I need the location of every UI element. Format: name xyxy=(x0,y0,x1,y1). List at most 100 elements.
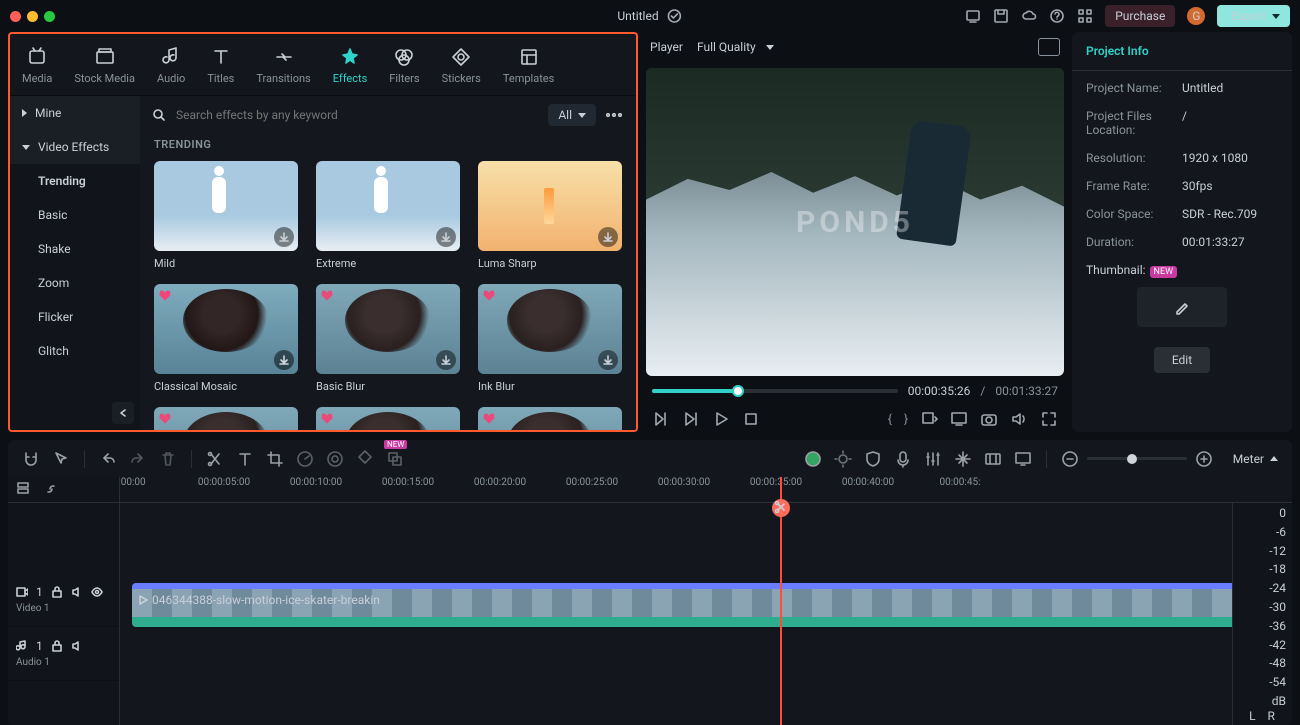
mic-icon[interactable] xyxy=(894,450,912,468)
text-tool-icon[interactable] xyxy=(236,450,254,468)
tab-stock-media[interactable]: Stock Media xyxy=(66,44,143,87)
group-icon[interactable] xyxy=(386,450,404,468)
undo-icon[interactable] xyxy=(99,450,117,468)
edit-button[interactable]: Edit xyxy=(1154,347,1210,373)
mark-out-button[interactable]: } xyxy=(904,412,908,426)
download-icon[interactable] xyxy=(274,227,294,247)
export-button[interactable]: Export xyxy=(1217,5,1290,27)
filter-all-dropdown[interactable]: All xyxy=(548,104,596,126)
zoom-out-icon[interactable] xyxy=(1061,450,1079,468)
stop-button[interactable] xyxy=(742,410,760,428)
subcategory-shake[interactable]: Shake xyxy=(10,232,140,266)
collapse-sidebar-button[interactable] xyxy=(112,402,134,424)
delete-icon[interactable] xyxy=(159,450,177,468)
meter-toggle[interactable]: Meter xyxy=(1233,452,1278,466)
playhead[interactable] xyxy=(780,477,782,725)
select-tool-icon[interactable] xyxy=(52,450,70,468)
mixer-icon[interactable] xyxy=(924,450,942,468)
render-icon[interactable] xyxy=(984,450,1002,468)
save-icon[interactable] xyxy=(993,8,1009,24)
seek-bar[interactable] xyxy=(652,389,898,393)
video-clip[interactable]: 046344388-slow-motion-ice-skater-breakin xyxy=(132,583,1280,627)
snapshot-button[interactable] xyxy=(1038,38,1060,56)
effect-card[interactable] xyxy=(154,407,298,430)
speed-icon[interactable] xyxy=(296,450,314,468)
tab-templates[interactable]: Templates xyxy=(495,44,562,87)
timeline-tracks-area[interactable]: :00:0000:00:05:0000:00:10:0000:00:15:000… xyxy=(120,477,1292,725)
download-icon[interactable] xyxy=(274,350,294,370)
tab-transitions[interactable]: Transitions xyxy=(248,44,318,87)
tab-filters[interactable]: Filters xyxy=(381,44,427,87)
subcategory-flicker[interactable]: Flicker xyxy=(10,300,140,334)
effect-card[interactable]: Ink Blur xyxy=(478,284,622,393)
record-icon[interactable] xyxy=(804,450,822,468)
video-track-header[interactable]: 1 Video 1 xyxy=(8,573,119,627)
step-button[interactable] xyxy=(682,410,700,428)
display-button[interactable] xyxy=(950,410,968,428)
subcategory-trending[interactable]: Trending xyxy=(10,164,140,198)
tab-stickers[interactable]: Stickers xyxy=(434,44,489,87)
category-mine[interactable]: Mine xyxy=(10,96,140,130)
mute-icon[interactable] xyxy=(71,586,83,598)
eye-icon[interactable] xyxy=(91,586,103,598)
download-icon[interactable] xyxy=(598,350,618,370)
camera-icon[interactable] xyxy=(980,410,998,428)
more-options-button[interactable] xyxy=(604,105,624,125)
purchase-button[interactable]: Purchase xyxy=(1105,5,1175,27)
category-video-effects[interactable]: Video Effects xyxy=(10,130,140,164)
timeline-ruler[interactable]: :00:0000:00:05:0000:00:10:0000:00:15:000… xyxy=(120,477,1292,503)
preview-viewport[interactable]: POND5 xyxy=(646,68,1064,376)
volume-icon[interactable] xyxy=(1010,410,1028,428)
close-window-icon[interactable] xyxy=(10,11,21,22)
player-tab[interactable]: Player xyxy=(650,40,683,54)
download-icon[interactable] xyxy=(598,227,618,247)
brightness-icon[interactable] xyxy=(834,450,852,468)
crop-icon[interactable] xyxy=(266,450,284,468)
split-icon[interactable] xyxy=(206,450,224,468)
device-icon[interactable] xyxy=(965,8,981,24)
prev-frame-button[interactable] xyxy=(652,410,670,428)
enhance-icon[interactable] xyxy=(954,450,972,468)
lock-icon[interactable] xyxy=(51,586,63,598)
marker-dropdown[interactable] xyxy=(920,410,938,428)
zoom-in-icon[interactable] xyxy=(1195,450,1213,468)
keyframe-icon[interactable] xyxy=(356,448,374,466)
mark-in-button[interactable]: { xyxy=(888,412,892,426)
download-icon[interactable] xyxy=(436,350,456,370)
mute-icon[interactable] xyxy=(71,640,83,652)
effect-card[interactable]: Classical Mosaic xyxy=(154,284,298,393)
audio-track-header[interactable]: 1 Audio 1 xyxy=(8,627,119,681)
subcategory-basic[interactable]: Basic xyxy=(10,198,140,232)
shield-icon[interactable] xyxy=(864,450,882,468)
quality-dropdown[interactable]: Full Quality xyxy=(697,40,774,54)
tab-media[interactable]: Media xyxy=(14,44,60,87)
search-effects[interactable] xyxy=(152,107,540,123)
play-button[interactable] xyxy=(712,410,730,428)
fullscreen-icon[interactable] xyxy=(1040,410,1058,428)
magnet-icon[interactable] xyxy=(22,450,40,468)
zoom-slider[interactable] xyxy=(1061,450,1213,468)
thumbnail-slot[interactable] xyxy=(1137,287,1227,327)
tab-titles[interactable]: Titles xyxy=(199,44,242,87)
monitor-icon[interactable] xyxy=(1014,450,1032,468)
effect-card[interactable] xyxy=(316,407,460,430)
lock-icon[interactable] xyxy=(51,640,63,652)
minimize-window-icon[interactable] xyxy=(27,11,38,22)
tracks-icon[interactable] xyxy=(16,481,34,499)
maximize-window-icon[interactable] xyxy=(44,11,55,22)
effect-card[interactable]: Extreme xyxy=(316,161,460,270)
effect-card[interactable] xyxy=(478,407,622,430)
redo-icon[interactable] xyxy=(129,450,147,468)
avatar[interactable]: G xyxy=(1187,7,1205,25)
tab-audio[interactable]: Audio xyxy=(149,44,193,87)
effect-card[interactable]: Basic Blur xyxy=(316,284,460,393)
apps-icon[interactable] xyxy=(1077,8,1093,24)
cloud-icon[interactable] xyxy=(1021,8,1037,24)
subcategory-zoom[interactable]: Zoom xyxy=(10,266,140,300)
download-icon[interactable] xyxy=(436,227,456,247)
search-input[interactable] xyxy=(174,107,540,123)
link-icon[interactable] xyxy=(44,481,62,499)
subcategory-glitch[interactable]: Glitch xyxy=(10,334,140,368)
effect-card[interactable]: Luma Sharp xyxy=(478,161,622,270)
color-icon[interactable] xyxy=(326,450,344,468)
